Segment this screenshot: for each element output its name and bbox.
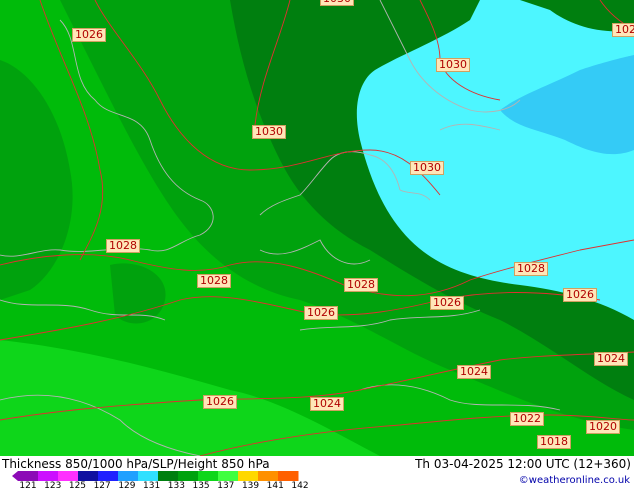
legend-swatch — [238, 471, 259, 481]
isobar-label: 1024 — [594, 352, 628, 366]
legend-swatch — [278, 471, 299, 481]
legend-arrow — [12, 471, 18, 481]
isobar-label: 1024 — [457, 365, 491, 379]
legend-swatch — [198, 471, 219, 481]
legend-swatch — [138, 471, 159, 481]
isobar-label: 1028 — [344, 278, 378, 292]
isobar-label: 1026 — [203, 395, 237, 409]
isobar-label: 1022 — [510, 412, 544, 426]
isobar-label: 102 — [612, 23, 634, 37]
thickness-field — [0, 0, 634, 456]
isobar-label: 1030 — [320, 0, 354, 6]
legend-swatch — [178, 471, 199, 481]
legend-swatch — [218, 471, 239, 481]
legend-swatch — [18, 471, 39, 481]
isobar-label: 1026 — [430, 296, 464, 310]
legend-swatch — [258, 471, 279, 481]
valid-time: Th 03-04-2025 12:00 UTC (12+360) — [415, 457, 631, 471]
legend-swatch — [38, 471, 59, 481]
legend-swatch — [98, 471, 119, 481]
isobar-label: 1026 — [563, 288, 597, 302]
color-legend — [12, 471, 299, 481]
legend-swatch — [118, 471, 139, 481]
isobar-label: 1030 — [252, 125, 286, 139]
isobar-label: 1028 — [197, 274, 231, 288]
map-footer: Thickness 850/1000 hPa/SLP/Height 850 hP… — [0, 456, 634, 491]
isobar-label: 1030 — [410, 161, 444, 175]
legend-swatch — [58, 471, 79, 481]
isobar-label: 1020 — [586, 420, 620, 434]
credit-text[interactable]: ©weatheronline.co.uk — [519, 475, 630, 486]
legend-swatch — [158, 471, 179, 481]
isobar-label: 1028 — [106, 239, 140, 253]
isobar-label: 1018 — [537, 435, 571, 449]
isobar-label: 1026 — [304, 306, 338, 320]
isobar-label: 1024 — [310, 397, 344, 411]
isobar-label: 1026 — [72, 28, 106, 42]
isobar-label: 1028 — [514, 262, 548, 276]
map-title: Thickness 850/1000 hPa/SLP/Height 850 hP… — [2, 457, 270, 471]
legend-swatch — [78, 471, 99, 481]
isobar-label: 1030 — [436, 58, 470, 72]
weather-map: 1026 1030 1030 1030 1028 1028 1028 1026 1026 1028… — [0, 0, 634, 456]
